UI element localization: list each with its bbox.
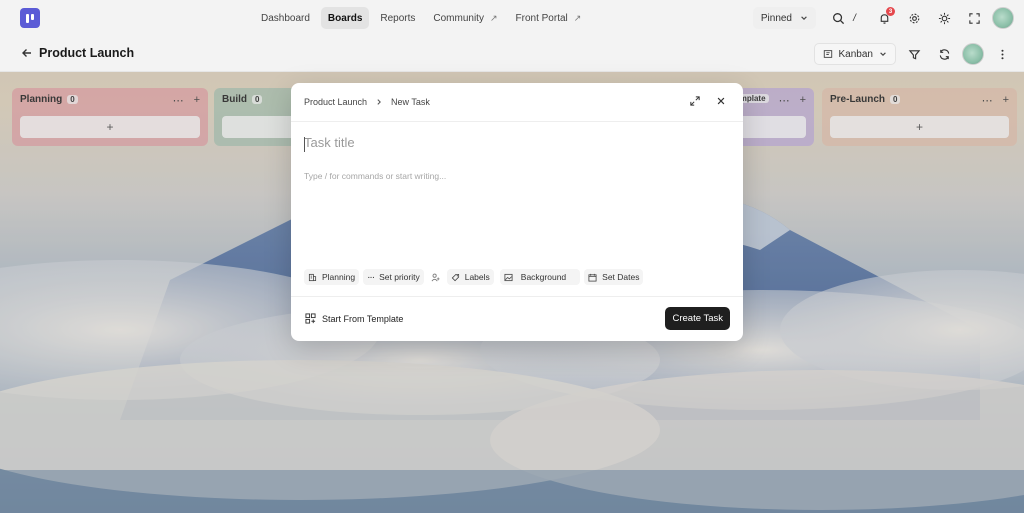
- labels-chip[interactable]: Labels: [446, 269, 494, 285]
- chevron-down-icon: [801, 16, 807, 20]
- chevron-down-icon: [880, 52, 886, 56]
- breadcrumb: Product Launch New Task: [304, 97, 430, 107]
- user-avatar[interactable]: [992, 7, 1014, 29]
- settings-button[interactable]: [902, 6, 926, 30]
- image-icon: [504, 273, 513, 281]
- building-icon: [308, 273, 317, 281]
- background-chip[interactable]: Background: [499, 269, 581, 285]
- description-editor[interactable]: Type / for commands or start writing...: [304, 171, 446, 181]
- breadcrumb-project[interactable]: Product Launch: [304, 97, 367, 107]
- tag-icon: [451, 273, 459, 281]
- nav-community[interactable]: Community ↗: [426, 7, 504, 29]
- calendar-icon: [588, 273, 597, 282]
- app-logo[interactable]: [20, 8, 40, 28]
- theme-toggle-button[interactable]: [932, 6, 956, 30]
- nav-reports[interactable]: Reports: [373, 7, 422, 29]
- breadcrumb-current: New Task: [391, 97, 430, 107]
- close-icon: [717, 97, 725, 105]
- filter-icon: [908, 49, 920, 60]
- nav-boards[interactable]: Boards: [320, 7, 370, 29]
- external-link-icon: ↗: [489, 12, 498, 23]
- dates-chip[interactable]: Set Dates: [584, 269, 644, 285]
- fullscreen-button[interactable]: [962, 6, 986, 30]
- priority-chip[interactable]: ··· Set priority: [363, 269, 424, 285]
- board-member-avatar[interactable]: [962, 43, 984, 65]
- view-switcher[interactable]: Kanban: [813, 43, 896, 65]
- expand-button[interactable]: [689, 95, 701, 107]
- sun-icon: [938, 12, 950, 24]
- more-vertical-icon: [1000, 49, 1004, 59]
- start-from-template-button[interactable]: Start From Template: [305, 313, 403, 324]
- page-title: Product Launch: [39, 46, 135, 60]
- template-grid-icon: [305, 313, 316, 324]
- search-button[interactable]: /: [822, 6, 866, 30]
- more-options-button[interactable]: [990, 42, 1014, 66]
- kanban-icon: [823, 50, 832, 58]
- text-cursor: [304, 137, 305, 152]
- refresh-button[interactable]: [932, 42, 956, 66]
- top-navigation-bar: Dashboard Boards Reports Community ↗ Fron…: [0, 0, 1024, 36]
- task-title-input[interactable]: [304, 135, 724, 150]
- search-shortcut: /: [853, 12, 856, 24]
- board-header: Product Launch Kanban: [0, 36, 1024, 72]
- nav-dashboard[interactable]: Dashboard: [254, 7, 317, 29]
- filter-button[interactable]: [902, 42, 926, 66]
- task-properties: Planning ··· Set priority Labels Backgro…: [304, 269, 644, 285]
- board-actions: Kanban: [813, 42, 1014, 66]
- gear-icon: [909, 13, 919, 23]
- create-task-button[interactable]: Create Task: [665, 307, 730, 330]
- dialog-footer: Start From Template Create Task: [291, 296, 743, 341]
- external-link-icon: ↗: [573, 12, 582, 23]
- search-icon: [833, 12, 845, 24]
- nav-front-portal[interactable]: Front Portal ↗: [509, 7, 589, 29]
- more-horizontal-icon: ···: [367, 271, 375, 283]
- notifications-button[interactable]: 3: [872, 6, 896, 30]
- top-right-actions: Pinned / 3: [752, 6, 1014, 30]
- new-task-dialog: Product Launch New Task Type / for comma…: [291, 83, 743, 341]
- assignee-chip[interactable]: [428, 269, 443, 285]
- notification-badge: 3: [886, 7, 895, 16]
- pinned-dropdown[interactable]: Pinned: [752, 7, 816, 29]
- refresh-icon: [939, 48, 949, 60]
- expand-icon: [690, 96, 700, 106]
- dialog-header: Product Launch New Task: [291, 83, 743, 122]
- status-chip[interactable]: Planning: [304, 269, 360, 285]
- chevron-right-icon: [377, 99, 381, 105]
- fullscreen-icon: [968, 12, 980, 24]
- close-button[interactable]: [715, 95, 727, 107]
- back-arrow-icon[interactable]: [20, 46, 34, 60]
- user-add-icon: [431, 273, 440, 281]
- main-nav: Dashboard Boards Reports Community ↗ Fron…: [254, 7, 588, 29]
